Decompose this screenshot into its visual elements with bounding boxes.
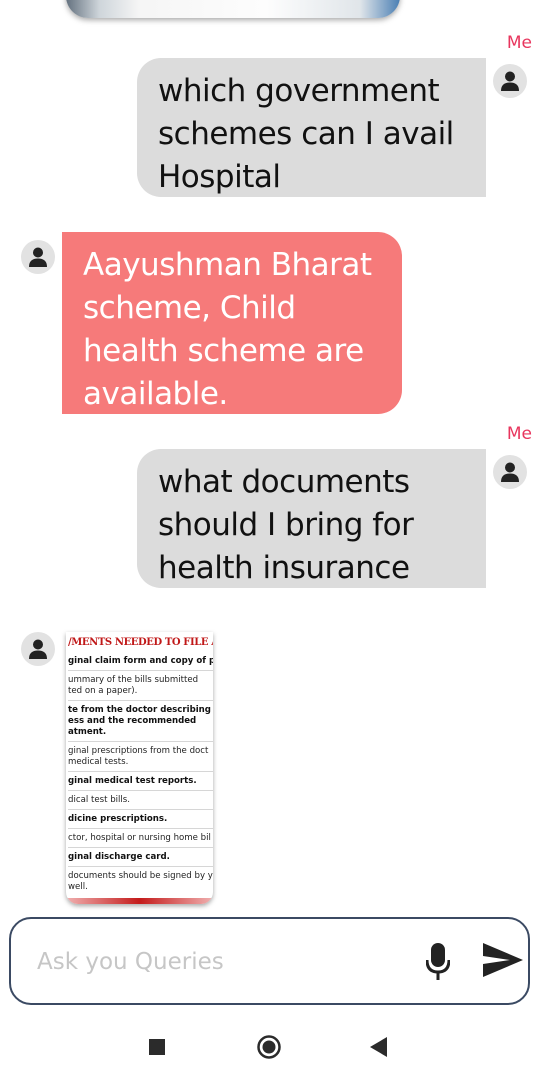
query-input[interactable]: Ask you Queries: [37, 949, 224, 975]
person-icon: [501, 71, 519, 91]
document-divider: [68, 790, 213, 791]
document-line: medical tests.: [68, 757, 129, 767]
person-icon: [29, 639, 47, 659]
document-line: atment.: [68, 727, 107, 737]
user-message-bubble: what documents should I bring for health…: [137, 449, 486, 588]
document-divider: [68, 741, 213, 742]
document-line: ginal claim form and copy of pol: [68, 656, 213, 666]
document-lines: ginal claim form and copy of pol ummary o…: [68, 656, 213, 893]
user-avatar: [493, 455, 527, 489]
send-icon[interactable]: [483, 943, 523, 981]
bot-avatar: [21, 632, 55, 666]
sender-label-me: Me: [506, 33, 532, 53]
document-divider: [68, 866, 213, 867]
document-image-message[interactable]: /MENTS NEEDED TO FILE A CL ginal claim f…: [66, 632, 213, 904]
query-input-bar[interactable]: Ask you Queries: [9, 917, 530, 1005]
document-line: ess and the recommended: [68, 716, 197, 726]
person-icon: [501, 462, 519, 482]
document-divider: [68, 771, 213, 772]
person-icon: [29, 247, 47, 267]
sender-label-me: Me: [506, 424, 532, 444]
bot-message-bubble: Aayushman Bharat scheme, Child health sc…: [62, 232, 402, 414]
previous-image-message[interactable]: [66, 0, 400, 18]
document-line: dicine prescriptions.: [68, 814, 168, 824]
document-divider: [68, 670, 213, 671]
user-avatar: [493, 64, 527, 98]
square-icon[interactable]: [149, 1039, 165, 1055]
document-divider: [68, 809, 213, 810]
document-divider: [68, 828, 213, 829]
user-message-bubble: which government schemes can I avail Hos…: [137, 58, 486, 197]
bot-avatar: [21, 240, 55, 274]
document-line: dical test bills.: [68, 795, 131, 805]
document-line: ted on a paper).: [68, 686, 138, 696]
document-line: documents should be signed by y: [68, 871, 213, 881]
document-title: /MENTS NEEDED TO FILE A CL: [68, 637, 213, 648]
document-line: ummary of the bills submitted: [68, 675, 199, 685]
document-line: ginal prescriptions from the doct: [68, 746, 209, 756]
document-line: ctor, hospital or nursing home bil: [68, 833, 211, 843]
document-line: well.: [68, 882, 88, 892]
document-line: ginal medical test reports.: [68, 776, 197, 786]
document-line: te from the doctor describing th: [68, 705, 213, 715]
document-divider: [68, 700, 213, 701]
microphone-icon[interactable]: [425, 943, 451, 985]
document-line: ginal discharge card.: [68, 852, 170, 862]
document-divider: [68, 847, 213, 848]
circle-icon[interactable]: [257, 1035, 281, 1063]
document-footer-stripe: [66, 898, 213, 904]
triangle-back-icon[interactable]: [370, 1037, 388, 1061]
